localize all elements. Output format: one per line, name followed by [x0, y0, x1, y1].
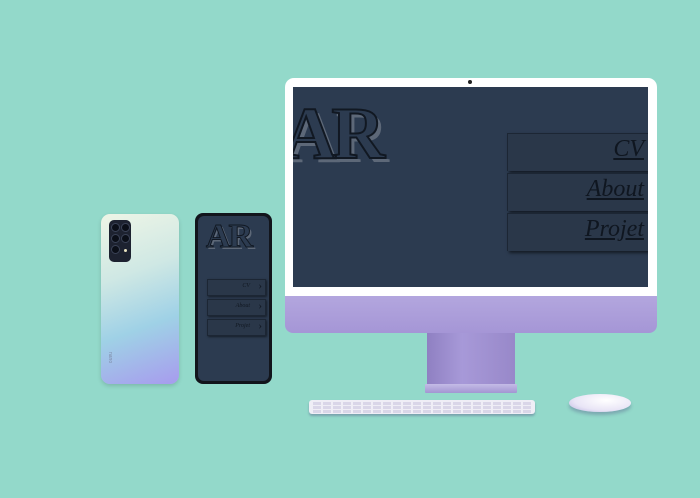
desktop-site-logo[interactable]: AR [293, 96, 386, 172]
keyboard-key-row [313, 402, 531, 405]
phone-front-device: AR CV › About › Projet › [195, 213, 272, 384]
keyboard-key-row [313, 406, 531, 409]
scene-canvas: { "brand": { "logo_text": "AR", "back_ph… [0, 0, 700, 498]
imac-stand-foot [425, 384, 517, 393]
desktop-screen: AR CV About Projet [293, 87, 648, 287]
keyboard-icon [309, 400, 535, 414]
camera-lens-icon [111, 223, 120, 232]
camera-module-icon [109, 220, 131, 262]
desktop-menu-item-cv[interactable]: CV [507, 133, 648, 171]
camera-lens-icon [121, 223, 130, 232]
mobile-menu-item-cv[interactable]: CV › [207, 279, 266, 296]
camera-flash-icon [124, 249, 127, 252]
imac-display-frame: AR CV About Projet [285, 78, 657, 296]
mobile-menu-item-projet[interactable]: Projet › [207, 319, 266, 336]
phone-back-device: nano [101, 214, 179, 384]
desktop-menu-label: Projet [584, 216, 644, 242]
mobile-menu-item-about[interactable]: About › [207, 299, 266, 316]
mobile-menu-label: CV [242, 283, 250, 289]
desktop-menu-item-about[interactable]: About [507, 173, 648, 211]
desktop-menu-label: About [586, 176, 644, 202]
camera-lens-icon [111, 245, 120, 254]
mobile-menu-label: About [235, 303, 250, 309]
keyboard-key-row [313, 410, 531, 413]
camera-lens-icon [111, 234, 120, 243]
imac-chin [285, 296, 657, 333]
chevron-right-icon: › [258, 320, 262, 332]
webcam-icon [468, 80, 472, 84]
mobile-site-logo[interactable]: AR [205, 219, 253, 254]
chevron-right-icon: › [258, 280, 262, 292]
phone-brand-logo: nano [107, 352, 113, 364]
imac-stand [427, 333, 515, 385]
chevron-right-icon: › [258, 300, 262, 312]
mobile-menu-label: Projet [235, 323, 250, 329]
mouse-icon [569, 394, 631, 412]
desktop-menu-label: CV [613, 136, 644, 162]
camera-lens-icon [121, 234, 130, 243]
desktop-menu-item-projet[interactable]: Projet [507, 213, 648, 251]
phone-screen: AR CV › About › Projet › [198, 216, 269, 381]
